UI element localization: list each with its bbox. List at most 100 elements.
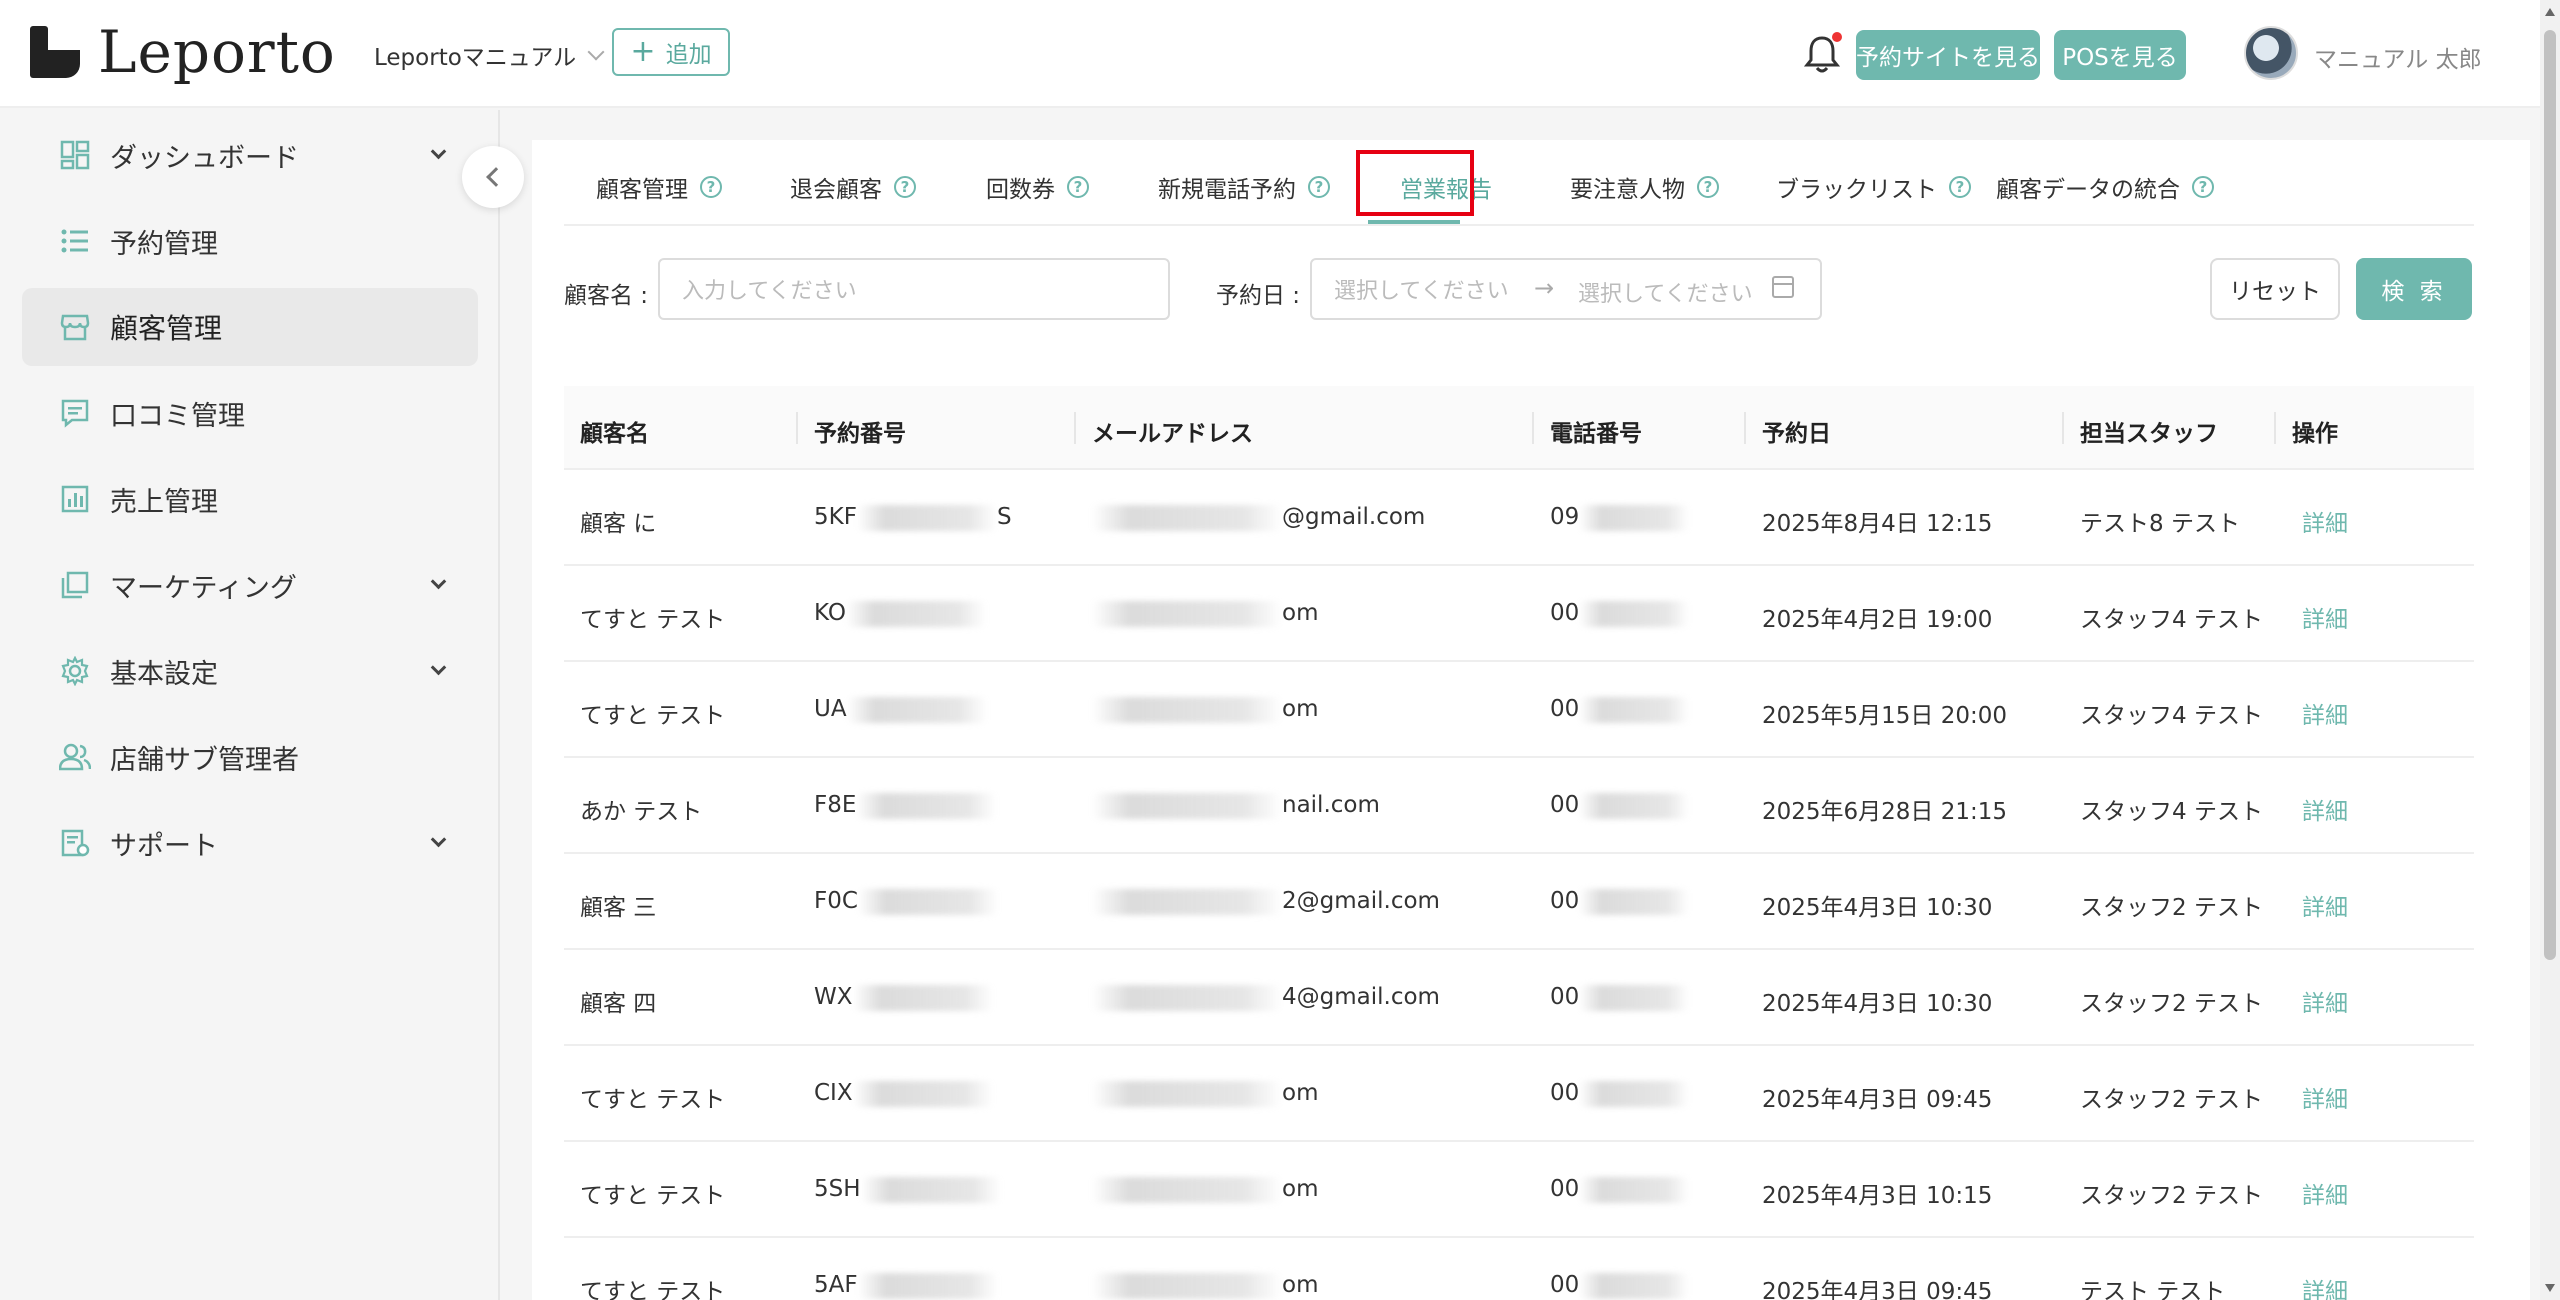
- dashboard-icon: [58, 138, 92, 172]
- top-header: Leporto Leportoマニュアル + 追加 予約サイトを見る POSを見…: [0, 0, 2540, 108]
- detail-link[interactable]: 詳細: [2302, 600, 2348, 634]
- copy-icon: [58, 568, 92, 602]
- reset-button[interactable]: リセット: [2210, 258, 2340, 320]
- view-pos-button[interactable]: POSを見る: [2054, 30, 2186, 80]
- detail-link[interactable]: 詳細: [2302, 1080, 2348, 1114]
- help-icon[interactable]: ?: [1949, 176, 1971, 198]
- arrow-right-icon: →: [1534, 274, 1555, 302]
- tab-customers[interactable]: 顧客管理?: [596, 170, 722, 204]
- sidebar-item-marketing[interactable]: マーケティング: [22, 546, 478, 624]
- reservation-date-cell: 2025年8月4日 12:15: [1762, 511, 1993, 537]
- table-row: てすと テスト KO om 00 2025年4月2日 19:00 スタッフ4 テスト 詳細: [564, 566, 2474, 662]
- email-cell: om: [1092, 1080, 1318, 1107]
- reservation-id-cell: UA: [814, 696, 987, 723]
- email-cell: nail.com: [1092, 792, 1380, 819]
- customer-name-cell: てすと テスト: [580, 607, 726, 633]
- email-cell: @gmail.com: [1092, 504, 1425, 531]
- email-cell: om: [1092, 1272, 1318, 1299]
- redacted-text: [1579, 504, 1690, 531]
- detail-link[interactable]: 詳細: [2302, 696, 2348, 730]
- notification-bell-icon[interactable]: [1803, 32, 1842, 74]
- detail-link[interactable]: 詳細: [2302, 888, 2348, 922]
- email-cell: 4@gmail.com: [1092, 984, 1440, 1011]
- brand-logo[interactable]: Leporto: [30, 18, 336, 86]
- redacted-text: [1092, 504, 1282, 531]
- phone-cell: 00: [1550, 792, 1690, 819]
- table-row: てすと テスト UA om 00 2025年5月15日 20:00 スタッフ4 テスト 詳細: [564, 662, 2474, 758]
- gear-icon: [58, 654, 92, 688]
- table-row: てすと テスト CIX om 00 2025年4月3日 09:45 スタッフ2 テスト 詳細: [564, 1046, 2474, 1142]
- phone-cell: 00: [1550, 984, 1690, 1011]
- reservation-date-cell: 2025年4月3日 09:45: [1762, 1087, 1993, 1113]
- detail-link[interactable]: 詳細: [2302, 504, 2348, 538]
- help-icon[interactable]: ?: [700, 176, 722, 198]
- comment-icon: [58, 396, 92, 430]
- customer-name-cell: てすと テスト: [580, 1087, 726, 1113]
- tab-withdrawn-customers[interactable]: 退会顧客?: [790, 170, 916, 204]
- scroll-up-icon[interactable]: [2545, 8, 2555, 16]
- redacted-text: [1579, 792, 1690, 819]
- search-button[interactable]: 検 索: [2356, 258, 2472, 320]
- redacted-text: [1579, 984, 1690, 1011]
- page-scrollbar[interactable]: [2540, 0, 2560, 1300]
- reservation-date-cell: 2025年4月3日 09:45: [1762, 1279, 1993, 1300]
- staff-cell: スタッフ4 テスト: [2080, 799, 2263, 825]
- date-start-placeholder[interactable]: 選択してください: [1334, 273, 1509, 305]
- reservation-date-label: 予約日 :: [1216, 283, 1301, 309]
- sidebar-collapse-button[interactable]: [462, 146, 524, 208]
- scrollbar-thumb[interactable]: [2544, 30, 2556, 960]
- tab-caution-persons[interactable]: 要注意人物?: [1570, 170, 1719, 204]
- detail-link[interactable]: 詳細: [2302, 1272, 2348, 1300]
- redacted-text: [857, 1272, 998, 1299]
- tab-blacklist[interactable]: ブラックリスト?: [1776, 170, 1971, 204]
- table-row: てすと テスト 5SH om 00 2025年4月3日 10:15 スタッフ2 テスト 詳細: [564, 1142, 2474, 1238]
- sidebar-item-support[interactable]: サポート: [22, 804, 478, 882]
- redacted-text: [1579, 600, 1690, 627]
- sidebar-item-reservations[interactable]: 予約管理: [22, 202, 478, 280]
- notification-dot: [1832, 32, 1842, 42]
- detail-link[interactable]: 詳細: [2302, 792, 2348, 826]
- tab-merge-customer-data[interactable]: 顧客データの統合?: [1996, 170, 2214, 204]
- scroll-down-icon[interactable]: [2545, 1284, 2555, 1292]
- redacted-text: [1579, 888, 1690, 915]
- redacted-text: [1092, 696, 1282, 723]
- table-row: 顧客 四 WX 4@gmail.com 00 2025年4月3日 10:30 スタッフ2 …: [564, 950, 2474, 1046]
- detail-link[interactable]: 詳細: [2302, 1176, 2348, 1210]
- store-selector[interactable]: Leportoマニュアル: [374, 38, 605, 72]
- reservation-id-cell: WX: [814, 984, 993, 1011]
- help-icon[interactable]: ?: [1697, 176, 1719, 198]
- user-name[interactable]: マニュアル 太郎: [2314, 40, 2482, 74]
- help-icon[interactable]: ?: [1067, 176, 1089, 198]
- add-button[interactable]: + 追加: [612, 28, 730, 76]
- table-row: てすと テスト 5AF om 00 2025年4月3日 09:45 テスト テスト 詳細: [564, 1238, 2474, 1300]
- redacted-text: [860, 1176, 1001, 1203]
- customer-name-cell: 顧客 四: [580, 991, 657, 1017]
- staff-cell: テスト テスト: [2080, 1279, 2226, 1300]
- redacted-text: [852, 1080, 993, 1107]
- chevron-down-icon: [430, 573, 447, 590]
- sidebar-item-reviews[interactable]: 口コミ管理: [22, 374, 478, 452]
- help-icon[interactable]: ?: [894, 176, 916, 198]
- tab-coupon-tickets[interactable]: 回数券?: [986, 170, 1089, 204]
- phone-cell: 00: [1550, 1080, 1690, 1107]
- customer-name-cell: てすと テスト: [580, 1279, 726, 1300]
- customer-name-input[interactable]: 入力してください: [658, 258, 1170, 320]
- view-reserve-site-button[interactable]: 予約サイトを見る: [1856, 30, 2040, 80]
- reservation-date-cell: 2025年4月2日 19:00: [1762, 607, 1993, 633]
- tab-new-phone-reservation[interactable]: 新規電話予約?: [1158, 170, 1330, 204]
- help-icon[interactable]: ?: [2192, 176, 2214, 198]
- avatar[interactable]: [2244, 26, 2298, 80]
- phone-cell: 00: [1550, 888, 1690, 915]
- sidebar-item-sub-admins[interactable]: 店舗サブ管理者: [22, 718, 478, 796]
- detail-link[interactable]: 詳細: [2302, 984, 2348, 1018]
- reservation-id-cell: F8E: [814, 792, 997, 819]
- sidebar-item-customers[interactable]: 顧客管理: [22, 288, 478, 366]
- date-end-placeholder[interactable]: 選択してください: [1578, 276, 1753, 308]
- sidebar-item-dashboard[interactable]: ダッシュボード: [22, 116, 478, 194]
- sidebar-item-settings[interactable]: 基本設定: [22, 632, 478, 710]
- calendar-icon[interactable]: [1772, 276, 1794, 298]
- reservation-id-cell: KO: [814, 600, 986, 627]
- help-icon[interactable]: ?: [1308, 176, 1330, 198]
- redacted-text: [856, 792, 997, 819]
- sidebar-item-sales[interactable]: 売上管理: [22, 460, 478, 538]
